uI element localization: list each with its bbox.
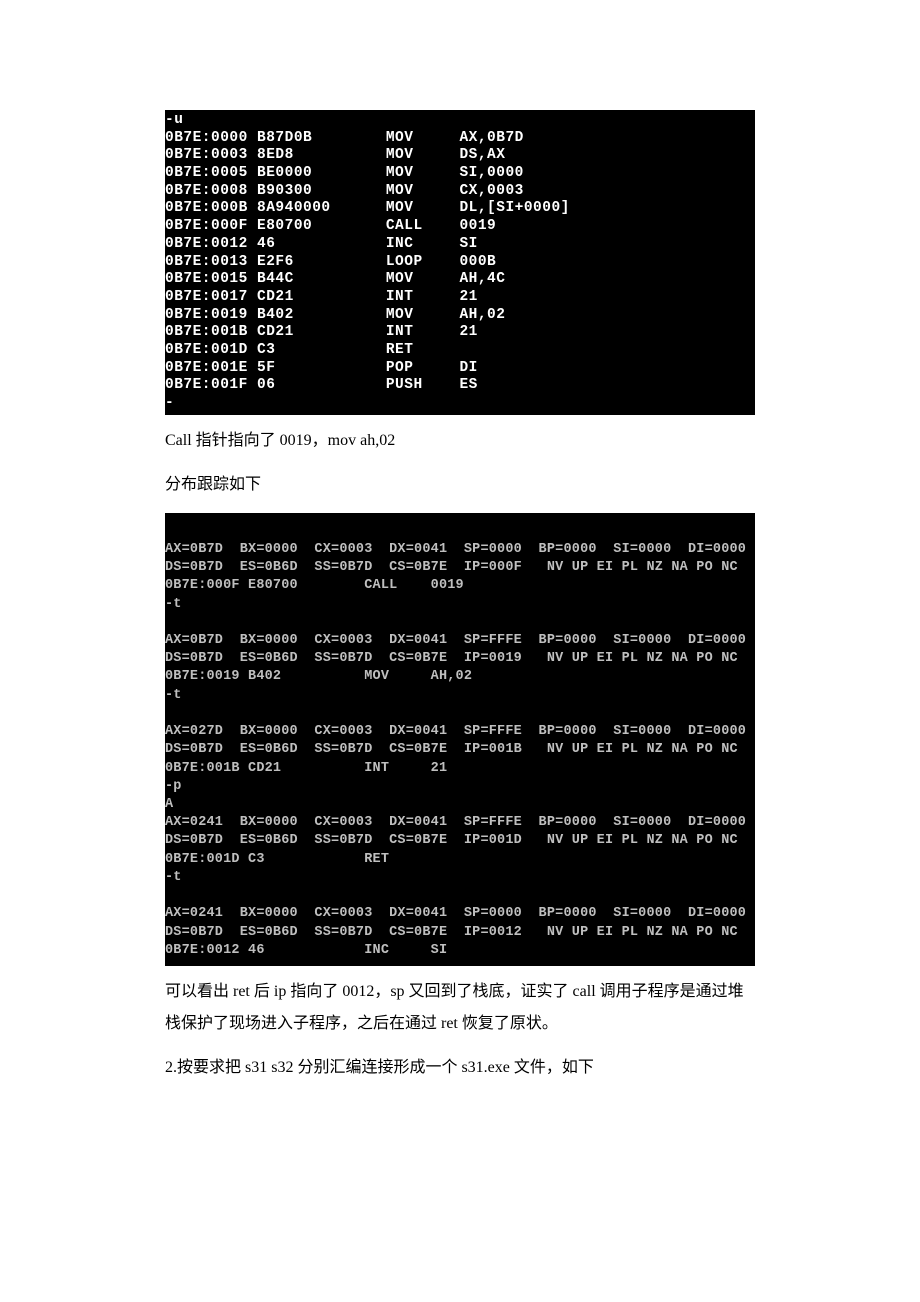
paragraph-call-pointer: Call 指针指向了 0019，mov ah,02 xyxy=(165,425,755,457)
terminal-block-1: -u 0B7E:0000 B87D0B MOV AX,0B7D 0B7E:000… xyxy=(165,110,755,415)
paragraph-task-2: 2.按要求把 s31 s32 分别汇编连接形成一个 s31.exe 文件，如下 xyxy=(165,1052,755,1084)
page-container: -u 0B7E:0000 B87D0B MOV AX,0B7D 0B7E:000… xyxy=(0,0,920,1156)
paragraph-ret-explanation: 可以看出 ret 后 ip 指向了 0012，sp 又回到了栈底，证实了 cal… xyxy=(165,976,755,1040)
terminal-block-2: AX=0B7D BX=0000 CX=0003 DX=0041 SP=0000 … xyxy=(165,513,755,966)
paragraph-distributed-trace: 分布跟踪如下 xyxy=(165,469,755,501)
